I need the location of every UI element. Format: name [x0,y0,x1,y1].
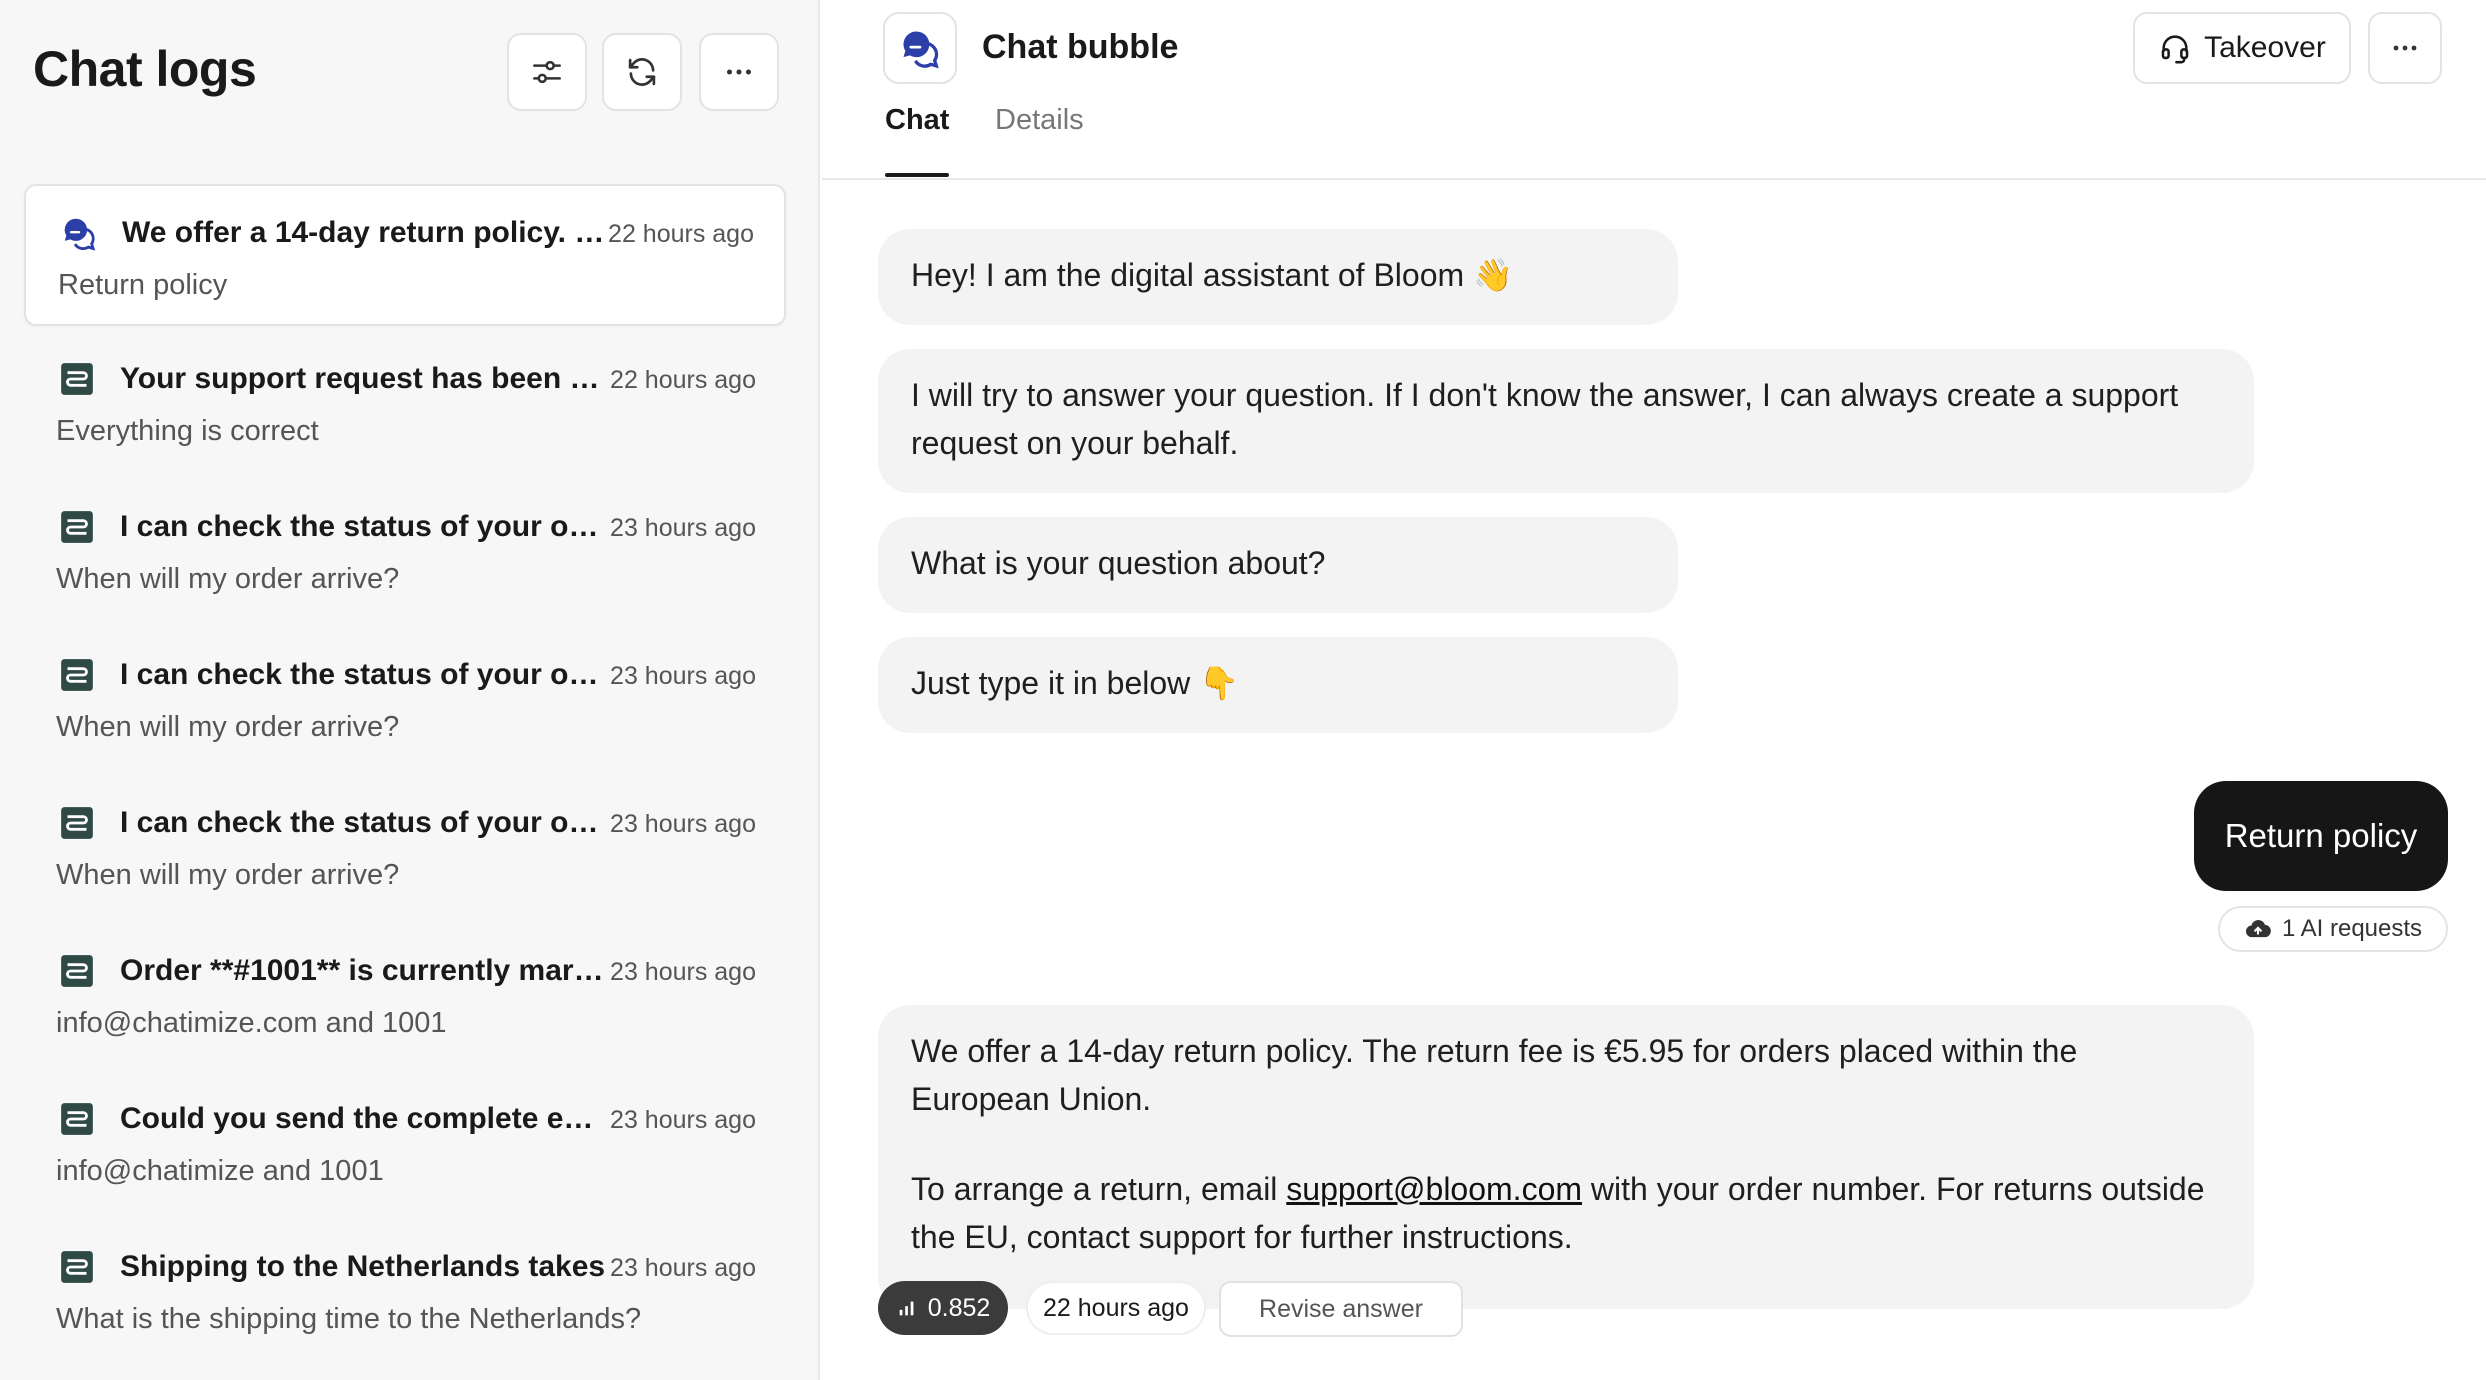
workflow-icon [58,508,96,546]
workflow-icon [58,1100,96,1138]
chat-log-time: 23 hours ago [610,514,756,542]
chat-log-subtitle: Everything is correct [56,415,319,447]
chat-log-time: 22 hours ago [608,220,754,248]
tab-details[interactable]: Details [995,104,1084,137]
chat-log-time: 23 hours ago [610,810,756,838]
user-message: Return policy [2194,781,2448,891]
sidebar-title: Chat logs [33,41,257,97]
confidence-score-badge: 0.852 [878,1281,1008,1335]
chat-log-title: I can check the status of your order [120,806,610,839]
takeover-button[interactable]: Takeover [2133,12,2351,84]
chat-log-item[interactable]: I can check the status of your order 23 … [24,628,786,770]
chat-log-list: We offer a 14-day return policy. The ret… [24,184,786,1368]
bar-chart-icon [899,1301,914,1316]
refresh-button[interactable] [602,33,682,111]
workflow-icon [58,656,96,694]
chat-log-subtitle: info@chatimize.com and 1001 [56,1007,447,1039]
chat-log-subtitle: Return policy [58,269,228,301]
sidebar-more-button[interactable] [699,33,779,111]
workflow-icon [58,804,96,842]
refresh-icon [628,58,656,86]
bot-message: Just type it in below 👇 [878,637,1678,733]
chat-log-item[interactable]: I can check the status of your order 23 … [24,480,786,622]
chat-log-time: 23 hours ago [610,1254,756,1282]
chat-log-item[interactable]: I can check the status of your order 23 … [24,776,786,918]
cloud-upload-icon [2245,919,2271,938]
chat-log-item[interactable]: Could you send the complete email addres… [24,1072,786,1214]
workflow-icon [58,1248,96,1286]
chat-log-title: I can check the status of your order [120,510,610,543]
more-horizontal-icon [2393,45,2417,51]
bot-message: What is your question about? [878,517,1678,613]
chat-log-subtitle: When will my order arrive? [56,711,400,743]
workflow-icon [58,952,96,990]
chat-log-title: Could you send the complete email addres… [120,1102,610,1135]
chat-log-title: We offer a 14-day return policy. The ret… [122,216,612,249]
revise-answer-button[interactable]: Revise answer [1219,1281,1463,1337]
confidence-score: 0.852 [927,1293,991,1322]
chat-log-item[interactable]: Shipping to the Netherlands takes 23 hou… [24,1220,786,1362]
chat-log-title: Your support request has been submitted [120,362,610,395]
chat-log-item[interactable]: Order **#1001** is currently marked as 2… [24,924,786,1066]
ai-requests-badge: 1 AI requests [2218,906,2448,952]
ai-requests-label: 1 AI requests [2281,915,2423,942]
bot-message: I will try to answer your question. If I… [878,349,2254,493]
workflow-icon [58,360,96,398]
chat-log-subtitle: When will my order arrive? [56,563,400,595]
bot-message: Hey! I am the digital assistant of Bloom… [878,229,1678,325]
answer-time-badge: 22 hours ago [1026,1281,1206,1335]
chat-log-item[interactable]: We offer a 14-day return policy. The ret… [24,184,786,326]
tab-chat[interactable]: Chat [885,104,949,137]
chat-log-time: 23 hours ago [610,1106,756,1134]
chat-log-subtitle: When will my order arrive? [56,859,400,891]
chat-log-time: 23 hours ago [610,662,756,690]
active-tab-indicator [885,173,949,177]
header-divider [822,178,2486,180]
more-horizontal-icon [726,69,752,75]
chat-log-title: Shipping to the Netherlands takes [120,1250,606,1283]
headset-icon [2161,35,2189,64]
bot-answer: We offer a 14-day return policy. The ret… [878,1005,2254,1309]
answer-paragraph: To arrange a return, email support@bloom… [911,1165,2221,1261]
chat-logs-sidebar: Chat logs We offer a 14-day return polic… [0,0,820,1380]
chat-log-subtitle: info@chatimize and 1001 [56,1155,384,1187]
answer-text: To arrange a return, email [911,1171,1287,1207]
chat-title: Chat bubble [982,28,1179,66]
takeover-label: Takeover [2204,31,2326,64]
chat-log-title: Order **#1001** is currently marked as [120,954,610,987]
answer-paragraph: We offer a 14-day return policy. The ret… [911,1033,2078,1117]
chat-log-subtitle: What is the shipping time to the Netherl… [56,1303,642,1335]
chat-log-time: 23 hours ago [610,958,756,986]
support-email-link[interactable]: support@bloom.com [1286,1171,1582,1207]
chat-bubble-icon [60,214,98,252]
header-more-button[interactable] [2368,12,2442,84]
chat-log-item[interactable]: Your support request has been submitted … [24,332,786,474]
bot-avatar [883,12,957,84]
filter-button[interactable] [507,33,587,111]
chat-log-title: I can check the status of your order [120,658,610,691]
chat-panel: Chat bubble Takeover Chat Details Hey! I… [822,0,2486,1380]
chat-log-time: 22 hours ago [610,366,756,394]
chat-bubble-icon [903,31,939,69]
filter-icon [533,60,561,84]
